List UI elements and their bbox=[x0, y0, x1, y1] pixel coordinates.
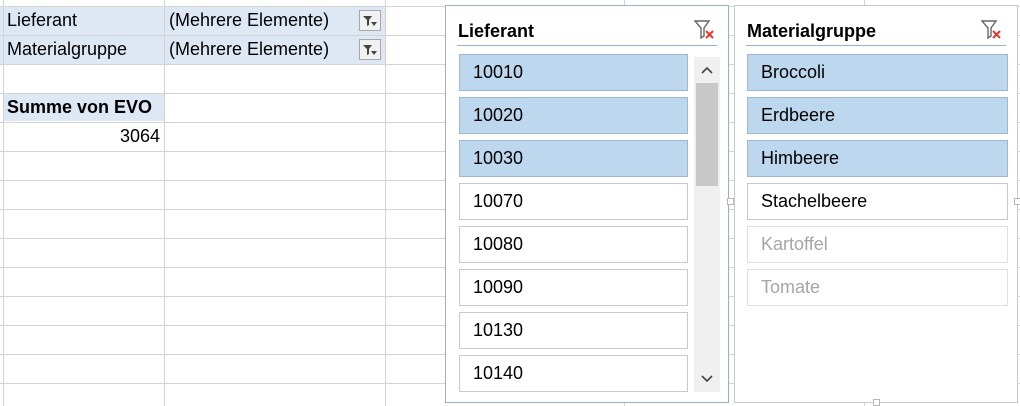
slicer-item[interactable]: 10030 bbox=[459, 140, 688, 177]
filter-dropdown-materialgruppe[interactable] bbox=[359, 39, 381, 60]
slicer-scrollbar[interactable] bbox=[694, 57, 720, 392]
slicer-title-divider bbox=[746, 45, 1006, 46]
slicer-item[interactable]: 10070 bbox=[459, 183, 688, 220]
slicer-item[interactable]: 10130 bbox=[459, 312, 688, 349]
slicer-item[interactable]: Himbeere bbox=[747, 140, 1008, 177]
slicer-materialgruppe[interactable]: Materialgruppe Broccoli Erdbeere Himbeer… bbox=[734, 5, 1018, 403]
slicer-title: Materialgruppe bbox=[747, 21, 877, 41]
clear-filter-icon[interactable] bbox=[981, 19, 1003, 41]
filter-icon bbox=[363, 44, 377, 55]
clear-filter-icon[interactable] bbox=[694, 19, 716, 41]
resize-handle[interactable] bbox=[727, 198, 734, 205]
resize-handle[interactable] bbox=[873, 399, 880, 406]
slicer-item[interactable]: 10090 bbox=[459, 269, 688, 306]
pivot-sum-value[interactable]: 3064 bbox=[3, 122, 160, 150]
scroll-down-icon[interactable] bbox=[698, 370, 716, 388]
column-divider bbox=[3, 0, 4, 406]
filter-value-lieferant[interactable]: (Mehrere Elemente) bbox=[169, 6, 329, 34]
column-divider bbox=[385, 0, 386, 406]
scroll-up-icon[interactable] bbox=[698, 61, 716, 79]
filter-value-materialgruppe[interactable]: (Mehrere Elemente) bbox=[169, 35, 329, 63]
pivot-value-header[interactable]: Summe von EVO bbox=[7, 93, 152, 121]
filter-dropdown-lieferant[interactable] bbox=[359, 10, 381, 31]
slicer-item-nodata[interactable]: Tomate bbox=[747, 269, 1008, 306]
slicer-title-divider bbox=[457, 45, 717, 46]
scrollbar-thumb[interactable] bbox=[696, 83, 718, 186]
filter-icon bbox=[363, 15, 377, 26]
slicer-item[interactable]: Broccoli bbox=[747, 54, 1008, 91]
slicer-item[interactable]: Erdbeere bbox=[747, 97, 1008, 134]
slicer-item[interactable]: 10010 bbox=[459, 54, 688, 91]
slicer-lieferant[interactable]: Lieferant 10010 10020 10030 10070 10080 … bbox=[445, 5, 729, 403]
slicer-item[interactable]: Stachelbeere bbox=[747, 183, 1008, 220]
slicer-item-nodata[interactable]: Kartoffel bbox=[747, 226, 1008, 263]
slicer-item[interactable]: 10140 bbox=[459, 355, 688, 392]
filter-field-lieferant: Lieferant bbox=[7, 10, 78, 30]
slicer-item[interactable]: 10020 bbox=[459, 97, 688, 134]
slicer-item[interactable]: 10080 bbox=[459, 226, 688, 263]
resize-handle[interactable] bbox=[1014, 198, 1020, 205]
filter-field-materialgruppe: Materialgruppe bbox=[7, 39, 128, 59]
column-divider bbox=[164, 0, 165, 406]
slicer-title: Lieferant bbox=[458, 21, 535, 41]
